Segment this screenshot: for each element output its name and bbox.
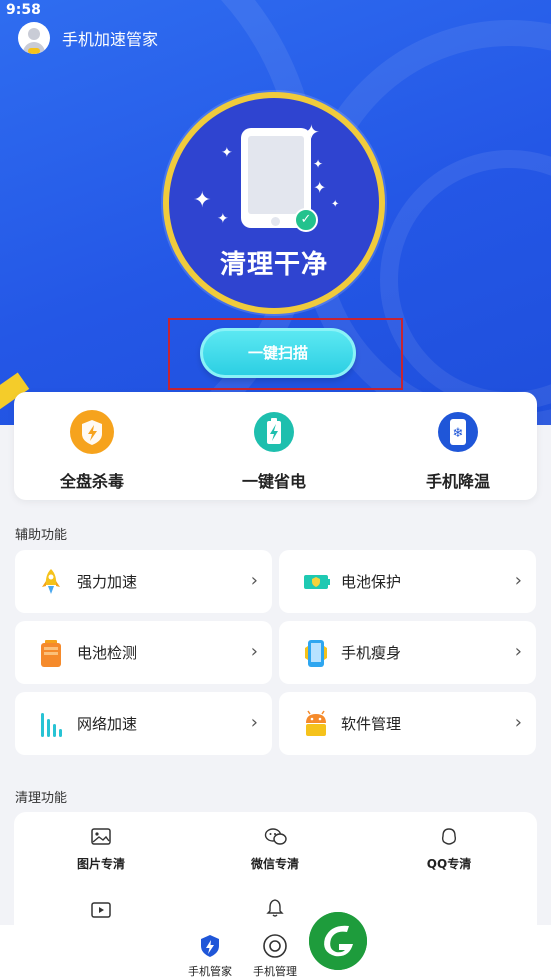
quick-actions-card: 全盘杀毒 一键省电 ❄ 手机降温	[14, 392, 537, 500]
clean-item-images[interactable]: 图片专清	[41, 827, 161, 872]
chevron-right-icon: ›	[250, 641, 258, 662]
tile-battery-protect[interactable]: 电池保护 ›	[279, 550, 536, 613]
tile-label: 电池保护	[341, 573, 402, 591]
clean-status-text: 清理干净	[219, 250, 328, 280]
clean-item-wechat[interactable]: 微信专清	[215, 827, 335, 872]
tile-phone-slim[interactable]: 手机瘦身 ›	[279, 621, 536, 684]
chevron-right-icon: ›	[250, 712, 258, 733]
tile-label: 手机瘦身	[341, 644, 402, 662]
quick-action-label: 手机降温	[425, 472, 490, 491]
clean-item-video[interactable]	[41, 900, 161, 928]
tile-label: 强力加速	[77, 573, 138, 591]
leaf-logo-watermark	[309, 912, 367, 970]
sparkle-icon: ✦	[331, 199, 340, 210]
android-icon	[303, 709, 327, 739]
cleaning-card: 图片专清 微信专清 QQ专清	[14, 812, 537, 942]
sparkle-icon: ✦	[193, 188, 212, 213]
tile-boost[interactable]: 强力加速 ›	[15, 550, 272, 613]
tile-network-boost[interactable]: 网络加速 ›	[15, 692, 272, 755]
video-icon	[90, 900, 112, 920]
bottom-nav: 手机管家 手机管理	[0, 925, 551, 980]
battery-check-icon	[39, 638, 63, 668]
tile-label: 软件管理	[341, 715, 402, 733]
sparkle-icon: ✦	[313, 178, 327, 197]
sparkle-icon: ✦	[303, 120, 320, 144]
app-title: 手机加速管家	[62, 30, 159, 49]
image-icon	[90, 827, 112, 847]
quick-action-power-save[interactable]: 一键省电	[214, 410, 334, 492]
tile-label: 电池检测	[77, 644, 138, 662]
signal-bars-icon	[39, 709, 63, 739]
shield-bolt-icon	[70, 410, 114, 454]
clean-item-label: 图片专清	[76, 857, 125, 871]
svg-text:❄: ❄	[453, 426, 464, 441]
check-icon: ✓	[294, 208, 318, 232]
clean-item-label: 微信专清	[250, 857, 299, 871]
battery-shield-icon	[303, 567, 330, 597]
app-header: 手机加速管家	[18, 22, 158, 54]
chevron-right-icon: ›	[514, 641, 522, 662]
sparkle-icon: ✦	[313, 157, 324, 171]
shield-bolt-nav-icon	[197, 933, 223, 959]
clean-status-ring: ✓ ✦ ✦ ✦ ✦ ✦ ✦ ✦ 清理干净	[163, 92, 385, 314]
clean-item-label: QQ专清	[426, 857, 472, 871]
wechat-icon	[264, 827, 287, 847]
scan-highlight-box: 一键扫描	[168, 318, 403, 390]
quick-action-antivirus[interactable]: 全盘杀毒	[32, 410, 152, 492]
scan-button[interactable]: 一键扫描	[200, 328, 356, 378]
chevron-right-icon: ›	[514, 570, 522, 591]
quick-action-label: 一键省电	[241, 472, 306, 491]
phone-snowflake-icon: ❄	[436, 410, 480, 454]
quick-action-cool-down[interactable]: ❄ 手机降温	[398, 410, 518, 492]
circle-target-icon	[262, 933, 288, 959]
chevron-right-icon: ›	[250, 570, 258, 591]
rocket-icon	[39, 567, 63, 597]
sparkle-icon: ✦	[217, 211, 229, 227]
clean-item-qq[interactable]: QQ专清	[389, 827, 509, 872]
section-title-auxiliary: 辅助功能	[15, 528, 68, 543]
nav-phone-management[interactable]: 手机管理	[245, 933, 305, 979]
bell-icon	[264, 898, 286, 918]
phone-slim-icon	[303, 638, 327, 668]
nav-label: 手机管理	[253, 965, 297, 978]
tile-battery-check[interactable]: 电池检测 ›	[15, 621, 272, 684]
status-time: 9:58	[6, 2, 41, 18]
sparkle-icon: ✦	[221, 145, 233, 161]
qq-icon	[438, 827, 460, 847]
tile-app-manager[interactable]: 软件管理 ›	[279, 692, 536, 755]
nav-label: 手机管家	[188, 965, 232, 978]
tile-label: 网络加速	[77, 715, 138, 733]
chevron-right-icon: ›	[514, 712, 522, 733]
nav-phone-manager[interactable]: 手机管家	[180, 933, 240, 979]
battery-bolt-icon	[252, 410, 296, 454]
quick-action-label: 全盘杀毒	[59, 472, 124, 491]
avatar[interactable]	[18, 22, 50, 54]
section-title-cleaning: 清理功能	[15, 791, 68, 806]
